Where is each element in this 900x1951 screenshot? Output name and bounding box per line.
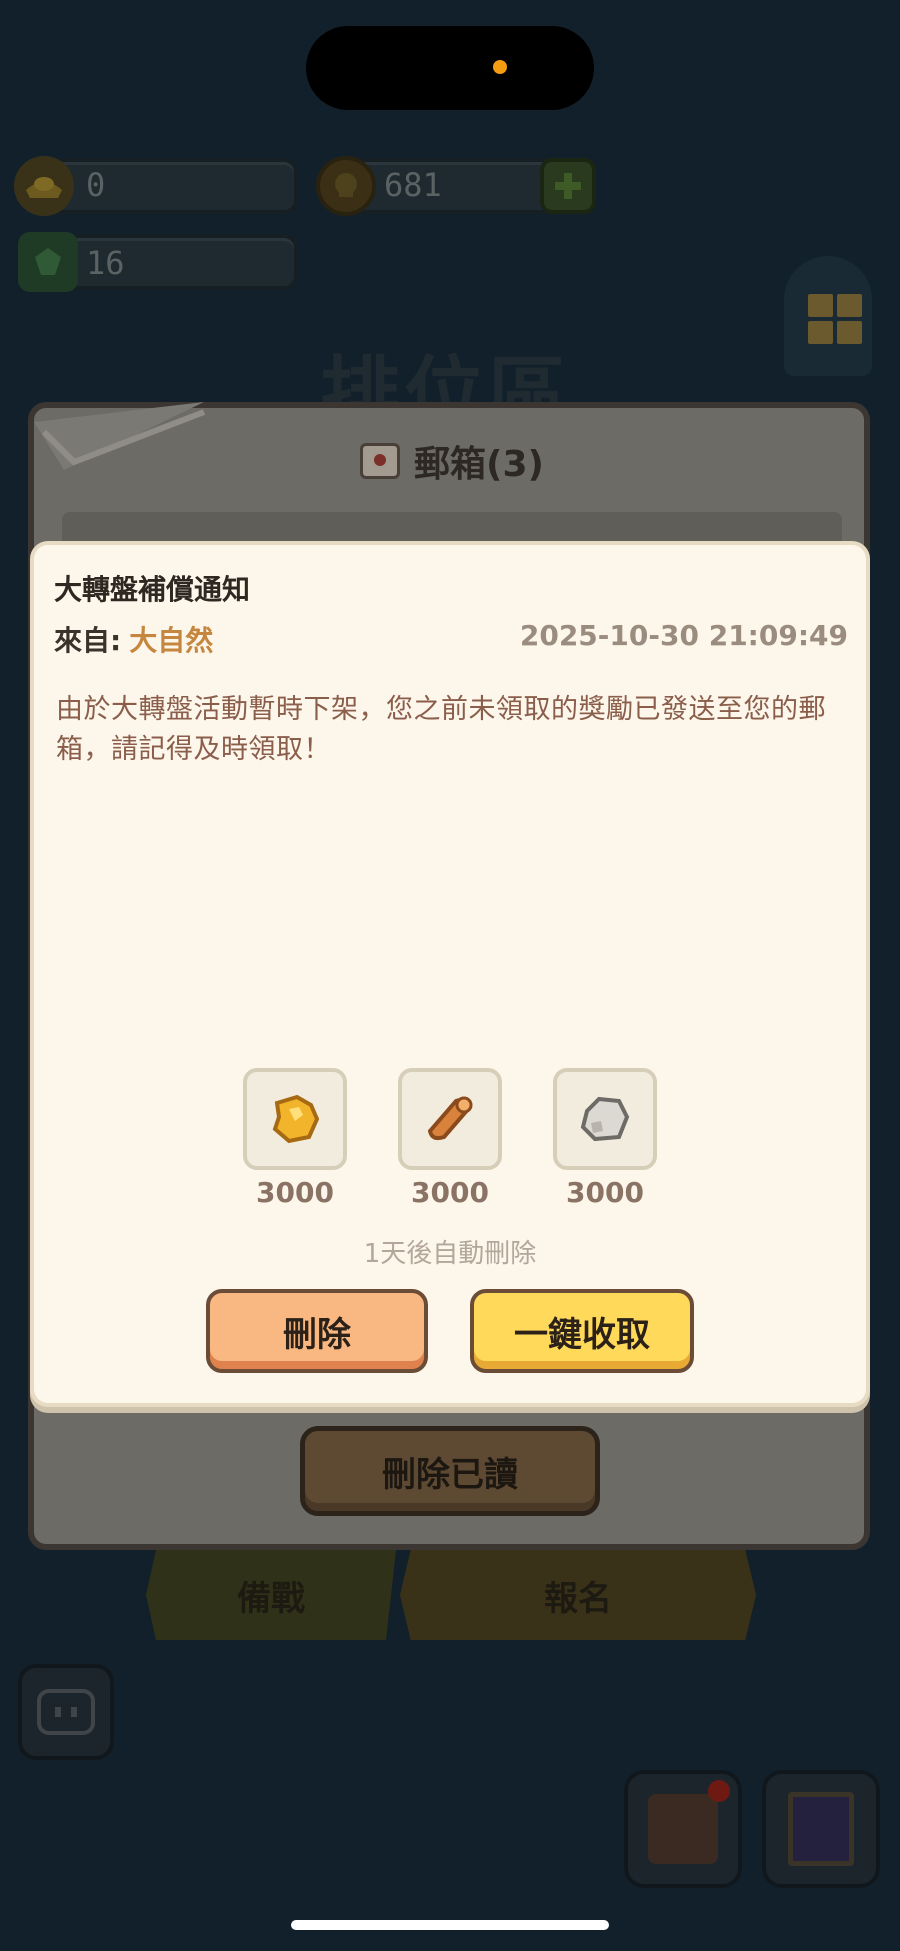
mail-title: 大轉盤補償通知 bbox=[54, 573, 251, 606]
reward-amount: 3000 bbox=[256, 1176, 334, 1209]
wood-log-icon bbox=[427, 1096, 473, 1141]
grid-icon bbox=[808, 294, 862, 344]
gem-count: 16 bbox=[86, 244, 125, 282]
paper-corner-decoration bbox=[34, 402, 206, 470]
mailbox-title: 郵箱(3) bbox=[414, 444, 544, 485]
mail-from: 來自: 大自然 bbox=[54, 619, 213, 659]
tab-prepare[interactable]: 備戰 bbox=[146, 1550, 396, 1640]
shop-icon bbox=[648, 1780, 730, 1864]
home-indicator[interactable] bbox=[291, 1920, 609, 1930]
reward-slot bbox=[553, 1068, 657, 1170]
dynamic-island bbox=[306, 26, 594, 110]
add-coin-button[interactable] bbox=[540, 158, 596, 214]
mail-timestamp: 2025-10-30 21:09:49 bbox=[519, 619, 848, 652]
mail-detail-modal bbox=[30, 541, 870, 1407]
delete-button[interactable]: 刪除 bbox=[206, 1289, 428, 1373]
chat-bubble-icon bbox=[37, 1689, 95, 1735]
collect-all-button[interactable]: 一鍵收取 bbox=[470, 1289, 694, 1373]
gold-ingot-icon bbox=[14, 156, 74, 216]
stone-icon bbox=[580, 1096, 630, 1142]
reward-item[interactable]: 3000 bbox=[553, 1068, 657, 1209]
tab-register[interactable]: 報名 bbox=[400, 1550, 756, 1640]
auto-delete-note: 1天後自動刪除 bbox=[363, 1239, 537, 1269]
gem-icon bbox=[18, 232, 78, 292]
envelope-icon bbox=[360, 443, 400, 479]
reward-amount: 3000 bbox=[566, 1176, 644, 1209]
chat-button[interactable] bbox=[18, 1664, 114, 1760]
reward-amount: 3000 bbox=[411, 1176, 489, 1209]
gold-ore-icon bbox=[272, 1094, 320, 1144]
mail-body: 由於大轉盤活動暫時下架，您之前未領取的獎勵已發送至您的郵箱，請記得及時領取！ bbox=[56, 694, 826, 765]
gold-ingot-count: 0 bbox=[86, 166, 106, 204]
mailbox-header: 郵箱(3) bbox=[360, 436, 544, 486]
plus-icon bbox=[555, 173, 581, 199]
mail-sender: 大自然 bbox=[129, 624, 214, 657]
shop-button[interactable] bbox=[624, 1770, 742, 1888]
coin-icon bbox=[316, 156, 376, 216]
poster-icon bbox=[788, 1792, 854, 1866]
reward-item[interactable]: 3000 bbox=[243, 1068, 347, 1209]
delete-read-button[interactable]: 刪除已讀 bbox=[300, 1426, 600, 1516]
coin-count: 681 bbox=[384, 166, 442, 204]
reward-slot bbox=[243, 1068, 347, 1170]
poster-button[interactable] bbox=[762, 1770, 880, 1888]
from-label: 來自: bbox=[54, 624, 122, 657]
camera-indicator-dot bbox=[493, 60, 507, 74]
reward-item[interactable]: 3000 bbox=[398, 1068, 502, 1209]
reward-slot bbox=[398, 1068, 502, 1170]
